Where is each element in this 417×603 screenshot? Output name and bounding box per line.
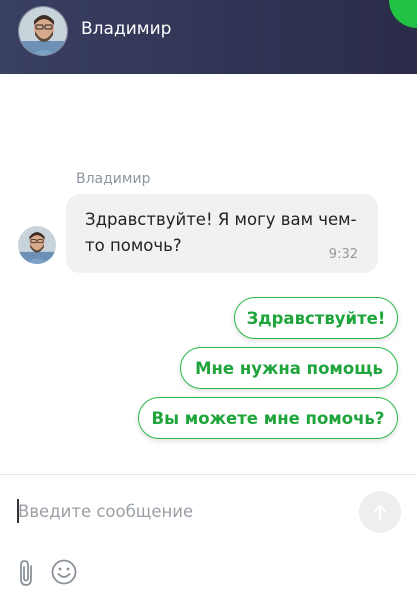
chat-widget: Владимир Владимир Здравствуйте! Я могу в… bbox=[0, 0, 417, 603]
message-input[interactable] bbox=[18, 496, 348, 526]
message-bubble: Здравствуйте! Я могу вам чем-то помочь? … bbox=[66, 194, 378, 273]
emoji-button[interactable] bbox=[50, 558, 78, 586]
send-button[interactable] bbox=[359, 491, 401, 533]
attach-button[interactable] bbox=[14, 558, 40, 588]
paperclip-icon bbox=[20, 560, 32, 586]
header-accent-shape bbox=[389, 0, 417, 28]
message-text: Здравствуйте! Я могу вам чем-то помочь? bbox=[85, 210, 357, 255]
smiley-icon bbox=[51, 559, 77, 585]
operator-name: Владимир bbox=[81, 19, 172, 39]
chat-header: Владимир bbox=[0, 0, 417, 74]
message-timestamp: 9:32 bbox=[328, 247, 358, 262]
composer-divider bbox=[0, 474, 417, 475]
operator-avatar bbox=[18, 6, 68, 56]
message-sender-name: Владимир bbox=[76, 171, 151, 187]
quick-reply-need-help[interactable]: Мне нужна помощь bbox=[180, 347, 398, 389]
arrow-up-icon bbox=[373, 505, 387, 520]
quick-reply-hello[interactable]: Здравствуйте! bbox=[234, 297, 398, 339]
quick-reply-can-you-help[interactable]: Вы можете мне помочь? bbox=[138, 397, 398, 439]
message-avatar bbox=[18, 226, 56, 264]
